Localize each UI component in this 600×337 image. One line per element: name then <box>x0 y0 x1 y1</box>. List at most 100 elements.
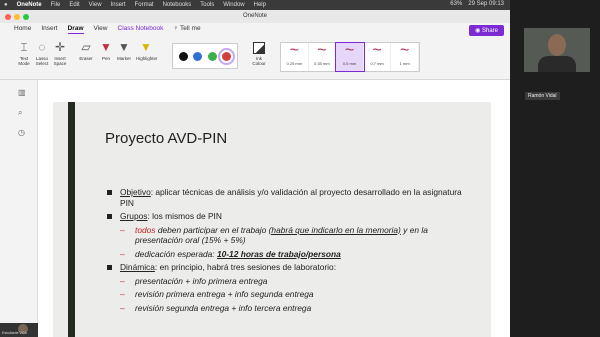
menu-format[interactable]: Format <box>135 2 154 8</box>
pen-icon: ▼ <box>100 40 112 54</box>
slide-title: Proyecto AVD-PIN <box>105 130 228 147</box>
tab-draw[interactable]: Draw <box>67 25 84 34</box>
share-button[interactable]: ◉ Share <box>469 25 504 36</box>
tell-me-search[interactable]: ♀ Tell me <box>173 25 200 34</box>
apple-icon[interactable]: ● <box>4 2 8 8</box>
eraser-tool[interactable]: ▱ Eraser <box>76 40 96 61</box>
dedication-hours: 10-12 horas de trabajo/persona <box>216 248 341 259</box>
ink-colour-icon <box>253 42 265 54</box>
side-navigation: ▥ ⌕ ◷ <box>0 80 38 337</box>
pen-tool[interactable]: ▼ Pen <box>96 40 116 61</box>
todos-word: todos <box>135 224 156 235</box>
menu-help[interactable]: Help <box>254 2 266 8</box>
ribbon-tabs: Home Insert Draw View Class Notebook ♀ T… <box>14 25 201 34</box>
highlighter-label: Highlighter <box>136 56 158 61</box>
menu-view[interactable]: View <box>89 2 102 8</box>
eraser-label: Eraser <box>79 56 93 61</box>
text-cursor-icon: ⌶ <box>20 40 28 54</box>
bullet-grupos: Grupos: los mismos de PIN <box>107 211 477 222</box>
notebooks-icon[interactable]: ▥ <box>18 88 26 97</box>
menu-insert[interactable]: Insert <box>111 2 126 8</box>
tell-me-label: Tell me <box>179 25 201 32</box>
lightbulb-icon: ♀ <box>173 25 179 32</box>
menubar-status: 63% 29 Sep 09:13 <box>450 1 504 7</box>
dinamica-label: Dinámica <box>120 262 155 272</box>
dedication-text: dedicación esperada: <box>135 248 217 259</box>
clock: 29 Sep 09:13 <box>468 1 504 7</box>
thickness-option[interactable]: 1 mm <box>391 43 419 71</box>
marker-label: Marker <box>116 56 131 61</box>
grupos-label: Grupos <box>120 211 148 221</box>
participation-note: (habrá que indicarlo en la memoria) <box>268 224 401 235</box>
mac-menubar: ● OneNote File Edit View Insert Format N… <box>0 0 510 10</box>
lasso-label: Lasso Select <box>35 56 49 66</box>
thickness-option-selected[interactable]: 0.5 mm <box>335 42 365 72</box>
session-item: revisión segunda entrega + info tercera … <box>107 303 477 314</box>
tab-home[interactable]: Home <box>14 25 31 34</box>
share-label: Share <box>481 28 498 34</box>
thickness-option[interactable]: 0.35 mm <box>309 43 337 71</box>
objetivo-text: : aplicar técnicas de análisis y/o valid… <box>120 187 462 208</box>
self-name-label: Estudiante VCA <box>2 331 27 335</box>
draw-ribbon: ⌶ Text Mode ◌ Lasso Select ✛ Insert Space ▱… <box>0 38 510 80</box>
title-bar: OneNote <box>0 10 510 23</box>
session-item: revisión primera entrega + info segunda … <box>107 289 477 300</box>
battery-percent: 63% <box>450 1 463 7</box>
pen-label: Pen <box>101 56 110 61</box>
objetivo-label: Objetivo <box>120 187 151 197</box>
dinamica-text: : en principio, habrá tres sesiones de l… <box>154 262 337 272</box>
thickness-option[interactable]: 0.7 mm <box>364 43 392 71</box>
pen-color-red[interactable] <box>218 47 236 65</box>
window-title: OneNote <box>242 13 267 19</box>
pen-color-black[interactable] <box>178 51 188 61</box>
speaker-video[interactable] <box>524 28 590 72</box>
tab-insert[interactable]: Insert <box>41 25 57 34</box>
grupos-text: : los mismos de PIN <box>147 211 222 221</box>
note-page[interactable]: Proyecto AVD-PIN Objetivo: aplicar técni… <box>38 80 510 337</box>
tab-view[interactable]: View <box>94 25 108 34</box>
speaker-body <box>538 56 576 72</box>
menu-notebooks[interactable]: Notebooks <box>163 2 192 8</box>
lasso-select-tool[interactable]: ◌ Lasso Select <box>32 40 52 66</box>
pen-color-green[interactable] <box>207 51 217 61</box>
menu-window[interactable]: Window <box>223 2 244 8</box>
participation-text: deben participar en el trabajo <box>155 224 269 235</box>
thickness-option[interactable]: 0.25 mm <box>281 43 309 71</box>
pen-color-blue[interactable] <box>193 51 203 61</box>
marker-icon: ▼ <box>118 40 130 54</box>
pen-color-palette <box>172 43 238 69</box>
eraser-icon: ▱ <box>81 40 91 54</box>
onenote-window: OneNote Home Insert Draw View Class Note… <box>0 10 510 337</box>
text-mode-tool[interactable]: ⌶ Text Mode <box>14 40 34 66</box>
highlighter-icon: ▼ <box>140 40 152 54</box>
highlighter-tool[interactable]: ▼ Highlighter <box>136 40 158 61</box>
self-video-tile[interactable]: Estudiante VCA <box>0 323 38 337</box>
menu-file[interactable]: File <box>51 2 61 8</box>
screen: ● OneNote File Edit View Insert Format N… <box>0 0 600 337</box>
sub-bullet-participation: todos deben participar en el trabajo (ha… <box>107 225 477 246</box>
bullet-objetivo: Objetivo: aplicar técnicas de análisis y… <box>107 187 477 208</box>
search-icon[interactable]: ⌕ <box>18 108 22 118</box>
pasted-slide: Proyecto AVD-PIN Objetivo: aplicar técni… <box>53 102 491 337</box>
person-icon: ◉ <box>475 28 481 34</box>
text-mode-label: Text Mode <box>18 56 30 66</box>
session-item: presentación + info primera entrega <box>107 276 477 287</box>
bullet-dinamica: Dinámica: en principio, habrá tres sesio… <box>107 262 477 273</box>
ink-colour-label: Ink Colour <box>252 56 266 66</box>
tab-class-notebook[interactable]: Class Notebook <box>118 25 164 34</box>
speaker-head <box>548 34 566 56</box>
slide-content: Objetivo: aplicar técnicas de análisis y… <box>107 187 477 316</box>
menu-tools[interactable]: Tools <box>200 2 214 8</box>
menubar-app-name[interactable]: OneNote <box>17 2 42 8</box>
speaker-name-label: Ramón Vidal <box>525 92 560 100</box>
insert-space-label: Insert Space <box>53 56 67 66</box>
ink-colour-button[interactable]: Ink Colour <box>249 42 269 66</box>
pen-thickness-gallery: 0.25 mm 0.35 mm 0.5 mm 0.7 mm 1 mm <box>280 42 420 72</box>
menu-edit[interactable]: Edit <box>69 2 79 8</box>
insert-space-tool[interactable]: ✛ Insert Space <box>50 40 70 66</box>
lasso-icon: ◌ <box>38 40 46 54</box>
sub-bullet-dedication: dedicación esperada: 10-12 horas de trab… <box>107 249 477 260</box>
insert-space-icon: ✛ <box>54 40 66 54</box>
recent-icon[interactable]: ◷ <box>18 128 25 137</box>
marker-tool[interactable]: ▼ Marker <box>114 40 134 61</box>
